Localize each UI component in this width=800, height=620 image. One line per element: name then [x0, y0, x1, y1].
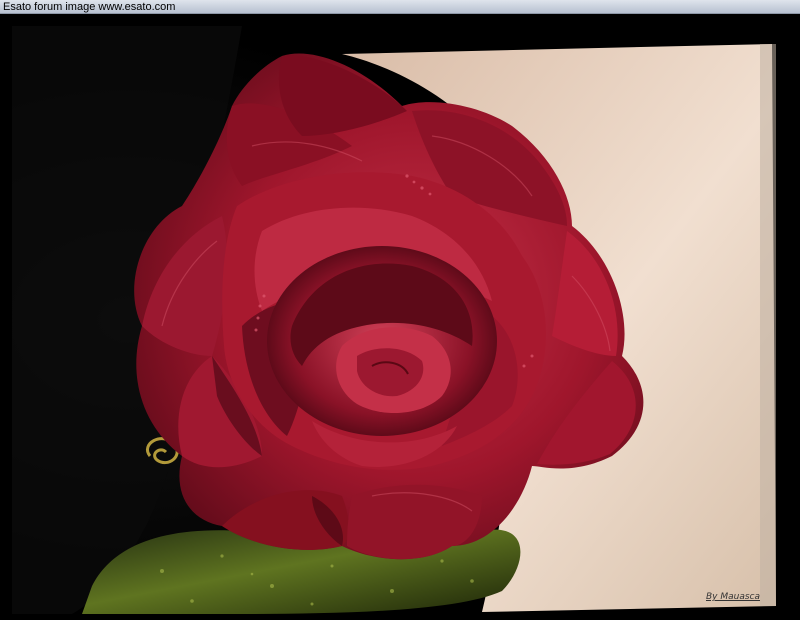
window-title: Esato forum image www.esato.com — [3, 1, 176, 13]
window-title-bar: Esato forum image www.esato.com — [0, 0, 800, 14]
photographer-signature: By Mauasca — [705, 592, 760, 602]
rose-illustration — [12, 26, 788, 614]
photo-frame: By Mauasca — [0, 14, 800, 620]
rose-photo: By Mauasca — [12, 26, 788, 614]
image-viewer: Esato forum image www.esato.com By Mauas… — [0, 0, 800, 620]
